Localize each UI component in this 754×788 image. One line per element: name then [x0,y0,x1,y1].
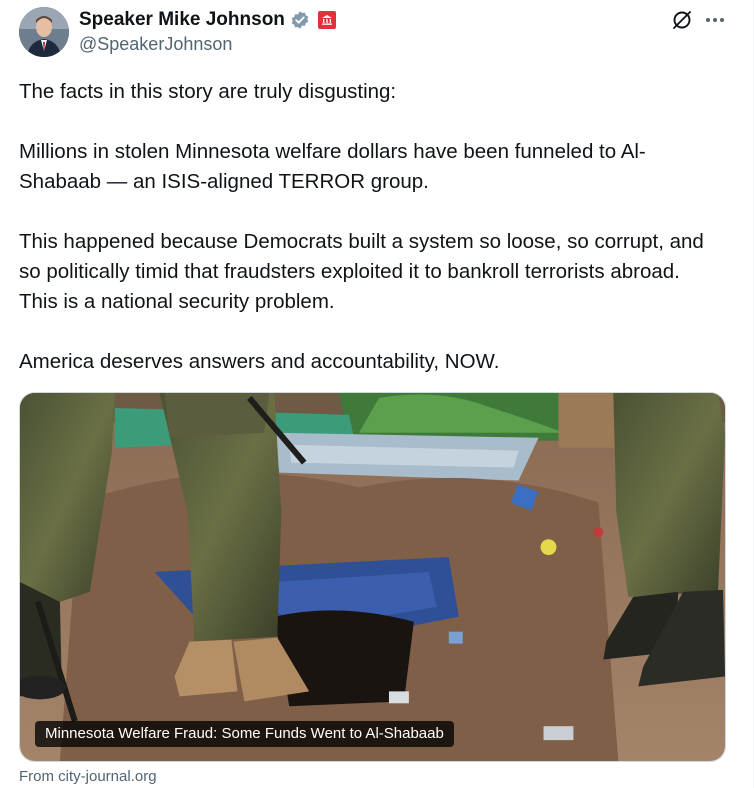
author-name-row: Speaker Mike Johnson [79,8,336,32]
tweet-paragraph: This happened because Democrats built a … [19,230,704,313]
more-dots-icon[interactable] [703,8,727,32]
author-display-name[interactable]: Speaker Mike Johnson [79,9,285,31]
tweet-text: The facts in this story are truly disgus… [19,77,719,377]
avatar[interactable] [19,7,69,57]
card-source[interactable]: From city-journal.org [19,768,157,785]
tweet-paragraph: Millions in stolen Minnesota welfare dol… [19,140,646,193]
tweet-paragraph: The facts in this story are truly disgus… [19,80,397,103]
government-affiliation-icon[interactable] [317,11,336,29]
tweet-post: Speaker Mike Johnson @SpeakerJohnson The [0,0,754,788]
card-photo [20,393,725,761]
author-handle[interactable]: @SpeakerJohnson [79,34,232,55]
grok-icon[interactable] [670,8,694,32]
verified-badge-icon[interactable] [290,10,310,30]
avatar-image [19,7,69,57]
tweet-paragraph: America deserves answers and accountabil… [19,350,500,373]
card-caption: Minnesota Welfare Fraud: Some Funds Went… [35,721,454,747]
link-card-image[interactable]: Minnesota Welfare Fraud: Some Funds Went… [19,392,726,762]
